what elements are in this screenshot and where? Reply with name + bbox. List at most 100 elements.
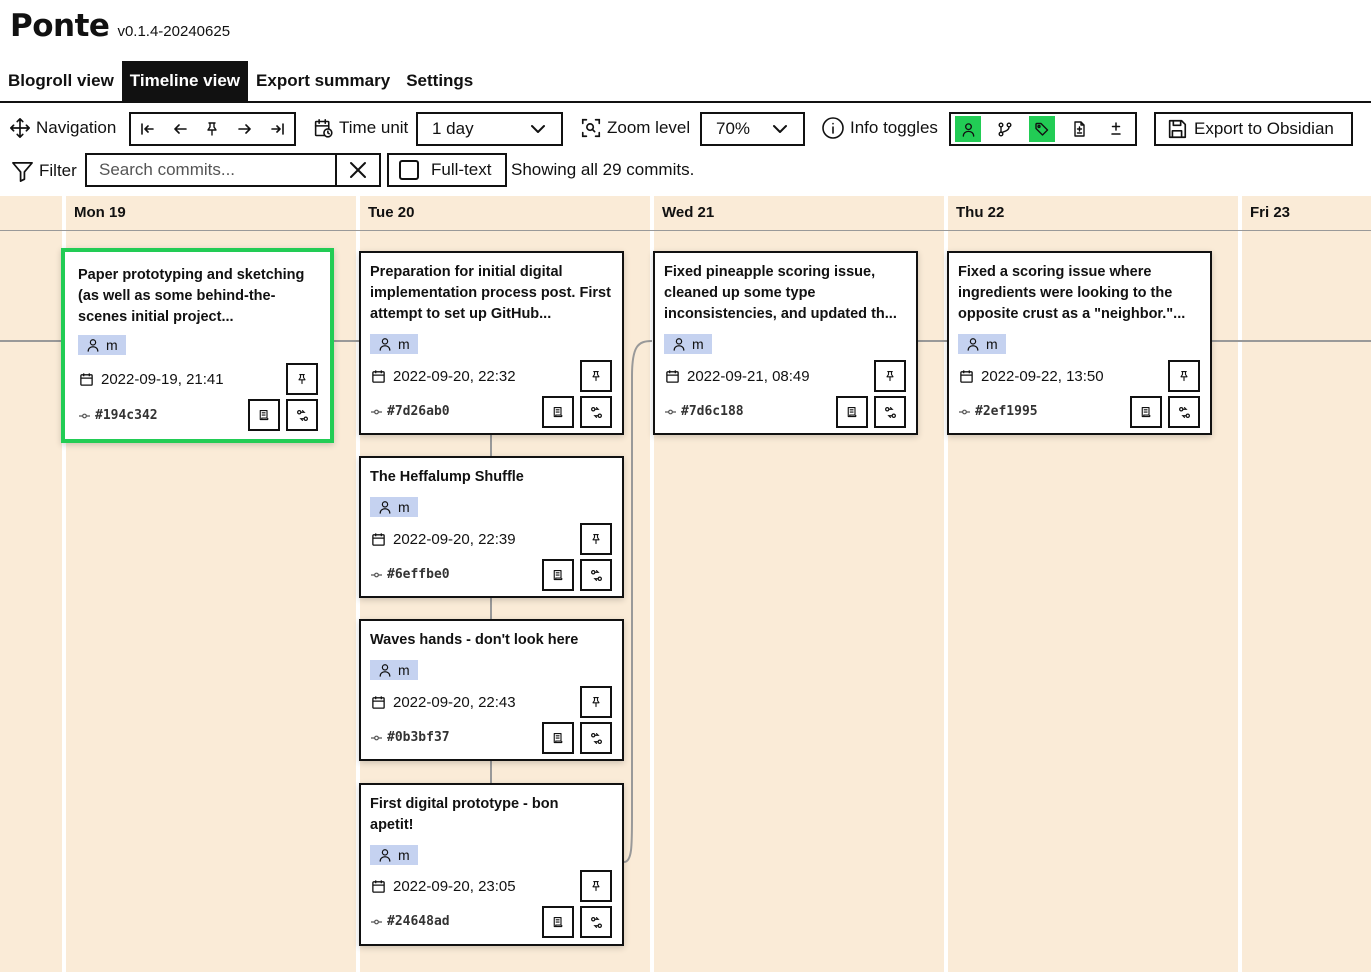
toggle-plus-minus[interactable] (1103, 116, 1129, 142)
pin-commit-button[interactable] (580, 523, 612, 555)
commit-connector (490, 760, 492, 784)
pin-icon (592, 696, 600, 708)
commit-icon (959, 409, 970, 414)
export-to-obsidian-button[interactable]: Export to Obsidian (1154, 112, 1353, 146)
pin-commit-button[interactable] (1168, 360, 1200, 392)
author-icon (967, 338, 979, 351)
author-icon (962, 122, 974, 137)
fulltext-toggle[interactable]: Full-text (387, 153, 507, 187)
toggle-tag[interactable] (1029, 116, 1055, 142)
timeline[interactable]: Mon 19 Tue 20 Wed 21 Thu 22 Fri 23 Paper… (0, 196, 1371, 972)
open-scroll-button[interactable] (248, 399, 280, 431)
scroll-icon (553, 406, 563, 418)
commit-connector (490, 434, 492, 456)
open-scroll-button[interactable] (542, 396, 574, 428)
view-changes-button[interactable] (286, 399, 318, 431)
commit-date: 2022-09-20, 22:43 (371, 694, 516, 711)
commit-hash: #2ef1995 (959, 404, 1038, 419)
time-unit-label-group: Time unit (313, 110, 408, 146)
time-unit-select[interactable]: 1 day (416, 112, 563, 146)
author-chip: m (370, 660, 418, 680)
time-unit-value: 1 day (432, 119, 474, 138)
filter-label: Filter (39, 161, 77, 180)
fulltext-checkbox[interactable] (399, 160, 419, 180)
commit-date-text: 2022-09-21, 08:49 (687, 368, 810, 385)
view-tabs: Blogroll view Timeline view Export summa… (0, 61, 481, 101)
pin-commit-button[interactable] (580, 686, 612, 718)
day-separator (1238, 196, 1242, 972)
author-icon (673, 338, 685, 351)
open-scroll-button[interactable] (1130, 396, 1162, 428)
commit-card[interactable]: The Heffalump Shuffle m 2022-09-20, 22:3… (359, 456, 624, 598)
filter-label-group: Filter (11, 153, 77, 189)
nav-pin-button[interactable] (196, 114, 229, 144)
author-name: m (398, 336, 410, 352)
nav-prev-button[interactable] (164, 114, 197, 144)
zoom-select[interactable]: 70% (700, 112, 805, 146)
commit-hash-text: #2ef1995 (975, 404, 1038, 419)
toggle-file-diff[interactable] (1066, 116, 1092, 142)
navigation-label: Navigation (36, 118, 117, 137)
nav-first-button[interactable] (131, 114, 164, 144)
view-changes-button[interactable] (580, 906, 612, 938)
info-toggles-label: Info toggles (850, 118, 938, 137)
author-name: m (398, 847, 410, 863)
commit-hash-text: #24648ad (387, 914, 450, 929)
nav-next-button[interactable] (229, 114, 262, 144)
commit-card[interactable]: Waves hands - don't look here m 2022-09-… (359, 619, 624, 761)
commit-card[interactable]: Fixed a scoring issue where ingredients … (947, 251, 1212, 435)
tab-settings[interactable]: Settings (398, 61, 481, 101)
open-scroll-button[interactable] (542, 559, 574, 591)
commit-icon (371, 919, 382, 924)
search-input[interactable] (87, 155, 339, 185)
chevron-down-icon (531, 125, 545, 133)
nav-last-button[interactable] (261, 114, 294, 144)
time-unit-label: Time unit (339, 118, 409, 137)
commit-date-text: 2022-09-20, 22:32 (393, 368, 516, 385)
author-icon (379, 501, 391, 514)
pin-commit-button[interactable] (580, 360, 612, 392)
commit-date: 2022-09-20, 23:05 (371, 878, 516, 895)
diff-icon (590, 406, 602, 418)
view-changes-button[interactable] (1168, 396, 1200, 428)
day-header-tue: Tue 20 (368, 204, 415, 221)
zoom-scan-icon (581, 118, 601, 138)
commit-card[interactable]: First digital prototype - bon apetit! m … (359, 783, 624, 946)
toggle-branch[interactable] (992, 116, 1018, 142)
commit-hash-text: #194c342 (95, 408, 158, 423)
calendar-icon (372, 370, 385, 383)
commit-card[interactable]: Paper prototyping and sketching (as well… (61, 248, 334, 443)
open-scroll-button[interactable] (542, 906, 574, 938)
diff-icon (884, 406, 896, 418)
view-changes-button[interactable] (580, 722, 612, 754)
commit-message: The Heffalump Shuffle (370, 469, 524, 485)
commit-card[interactable]: Fixed pineapple scoring issue, cleaned u… (653, 251, 918, 435)
save-icon (1168, 119, 1187, 139)
pin-commit-button[interactable] (286, 363, 318, 395)
commit-hash: #24648ad (371, 914, 450, 929)
tag-icon (1035, 122, 1049, 136)
view-changes-button[interactable] (580, 559, 612, 591)
toggle-author[interactable] (955, 116, 981, 142)
diff-icon (590, 732, 602, 744)
commit-card[interactable]: Preparation for initial digital implemen… (359, 251, 624, 435)
commit-date-text: 2022-09-19, 21:41 (101, 371, 224, 388)
commit-hash-text: #0b3bf37 (387, 730, 450, 745)
open-scroll-button[interactable] (836, 396, 868, 428)
day-header-wed: Wed 21 (662, 204, 715, 221)
author-icon (379, 849, 391, 862)
move-icon (10, 118, 30, 138)
open-scroll-button[interactable] (542, 722, 574, 754)
tab-export-summary[interactable]: Export summary (248, 61, 398, 101)
info-toggles-label-group: Info toggles (821, 110, 938, 146)
calendar-clock-icon (314, 118, 333, 138)
view-changes-button[interactable] (580, 396, 612, 428)
clear-search-button[interactable] (335, 155, 379, 185)
view-changes-button[interactable] (874, 396, 906, 428)
plus-minus-icon (1111, 122, 1121, 135)
pin-icon (207, 122, 218, 136)
pin-commit-button[interactable] (874, 360, 906, 392)
tab-blogroll-view[interactable]: Blogroll view (0, 61, 122, 101)
pin-commit-button[interactable] (580, 870, 612, 902)
tab-timeline-view[interactable]: Timeline view (121, 61, 249, 101)
